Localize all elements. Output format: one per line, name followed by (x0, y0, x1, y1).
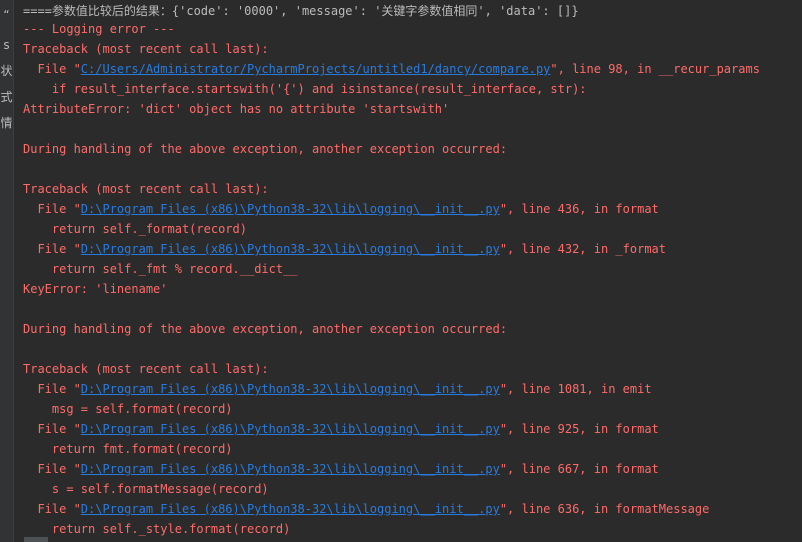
console-stderr-line: During handling of the above exception, … (23, 322, 798, 342)
gutter-glyph: 状 (0, 64, 13, 78)
console-text: return fmt.format(record) (23, 442, 233, 456)
console-gutter: “ s 状 式 情 (0, 0, 14, 542)
console-stderr-line: File "D:\Program Files (x86)\Python38-32… (23, 382, 798, 402)
console-stderr-line (23, 342, 798, 362)
console-text: ", line 432, in _format (499, 242, 666, 256)
console-stderr-line: AttributeError: 'dict' object has no att… (23, 102, 798, 122)
console-stderr-line: File "D:\Program Files (x86)\Python38-32… (23, 462, 798, 482)
console-stderr-line: return self._fmt % record.__dict__ (23, 262, 798, 282)
console-stderr-line: --- Logging error --- (23, 22, 798, 42)
console-text: ", line 98, in __recur_params (550, 62, 760, 76)
console-text: During handling of the above exception, … (23, 142, 508, 156)
horizontal-scrollbar-thumb[interactable] (24, 537, 48, 542)
console-text: return self._format(record) (23, 222, 247, 236)
gutter-glyph: “ (3, 8, 10, 22)
console-stderr-line: msg = self.format(record) (23, 402, 798, 422)
console-stderr-line: File "D:\Program Files (x86)\Python38-32… (23, 242, 798, 262)
console-text: s = self.formatMessage(record) (23, 482, 269, 496)
console-text: return self._fmt % record.__dict__ (23, 262, 298, 276)
console-text: File " (23, 502, 81, 516)
console-output: ====参数值比较后的结果：{'code': '0000', 'message'… (23, 2, 798, 542)
console-text: msg = self.format(record) (23, 402, 233, 416)
console-text: File " (23, 462, 81, 476)
traceback-file-link[interactable]: D:\Program Files (x86)\Python38-32\lib\l… (81, 502, 500, 516)
console-stderr-line (23, 162, 798, 182)
console-text: return self._style.format(record) (23, 522, 291, 536)
console-text: AttributeError: 'dict' object has no att… (23, 102, 450, 116)
console-text: File " (23, 382, 81, 396)
run-console-panel: “ s 状 式 情 ====参数值比较后的结果：{'code': '0000',… (0, 0, 802, 542)
traceback-file-link[interactable]: D:\Program Files (x86)\Python38-32\lib\l… (81, 462, 500, 476)
console-stderr-line: return self._style.format(record) (23, 522, 798, 542)
gutter-glyph: s (3, 38, 10, 52)
gutter-glyph: 式 (0, 90, 13, 104)
console-stderr-line: KeyError: 'linename' (23, 282, 798, 302)
traceback-file-link[interactable]: D:\Program Files (x86)\Python38-32\lib\l… (81, 382, 500, 396)
console-stderr-line: File "D:\Program Files (x86)\Python38-32… (23, 502, 798, 522)
console-text: KeyError: 'linename' (23, 282, 168, 296)
console-text: File " (23, 242, 81, 256)
console-text: ", line 1081, in emit (499, 382, 652, 396)
gutter-glyph: 情 (0, 116, 13, 130)
traceback-file-link[interactable]: D:\Program Files (x86)\Python38-32\lib\l… (81, 242, 500, 256)
console-stderr-line: if result_interface.startswith('{') and … (23, 82, 798, 102)
console-text: During handling of the above exception, … (23, 322, 508, 336)
console-text: Traceback (most recent call last): (23, 362, 269, 376)
console-stderr-line: Traceback (most recent call last): (23, 182, 798, 202)
console-text: File " (23, 202, 81, 216)
console-stdout-line: ====参数值比较后的结果：{'code': '0000', 'message'… (23, 2, 798, 22)
traceback-file-link[interactable]: D:\Program Files (x86)\Python38-32\lib\l… (81, 202, 500, 216)
console-text: if result_interface.startswith('{') and … (23, 82, 587, 96)
console-text: ", line 667, in format (499, 462, 659, 476)
console-text: Traceback (most recent call last): (23, 42, 269, 56)
console-text: ", line 636, in formatMessage (499, 502, 710, 516)
console-stderr-line (23, 122, 798, 142)
traceback-file-link[interactable]: D:\Program Files (x86)\Python38-32\lib\l… (81, 422, 500, 436)
console-stderr-line: Traceback (most recent call last): (23, 42, 798, 62)
console-text: Traceback (most recent call last): (23, 182, 269, 196)
console-text: ", line 925, in format (499, 422, 659, 436)
console-stderr-line: Traceback (most recent call last): (23, 362, 798, 382)
console-stderr-line: File "D:\Program Files (x86)\Python38-32… (23, 422, 798, 442)
console-stderr-line (23, 302, 798, 322)
console-text: File " (23, 422, 81, 436)
console-text: ", line 436, in format (499, 202, 659, 216)
console-stderr-line: return self._format(record) (23, 222, 798, 242)
console-stderr-line: return fmt.format(record) (23, 442, 798, 462)
console-stderr-line: During handling of the above exception, … (23, 142, 798, 162)
console-stderr-line: File "D:\Program Files (x86)\Python38-32… (23, 202, 798, 222)
console-stderr-line: s = self.formatMessage(record) (23, 482, 798, 502)
console-stderr-line: File "C:/Users/Administrator/PycharmProj… (23, 62, 798, 82)
traceback-file-link[interactable]: C:/Users/Administrator/PycharmProjects/u… (81, 62, 551, 76)
console-text: ====参数值比较后的结果：{'code': '0000', 'message'… (23, 4, 579, 18)
console-text: File " (23, 62, 81, 76)
console-text: --- Logging error --- (23, 22, 175, 36)
